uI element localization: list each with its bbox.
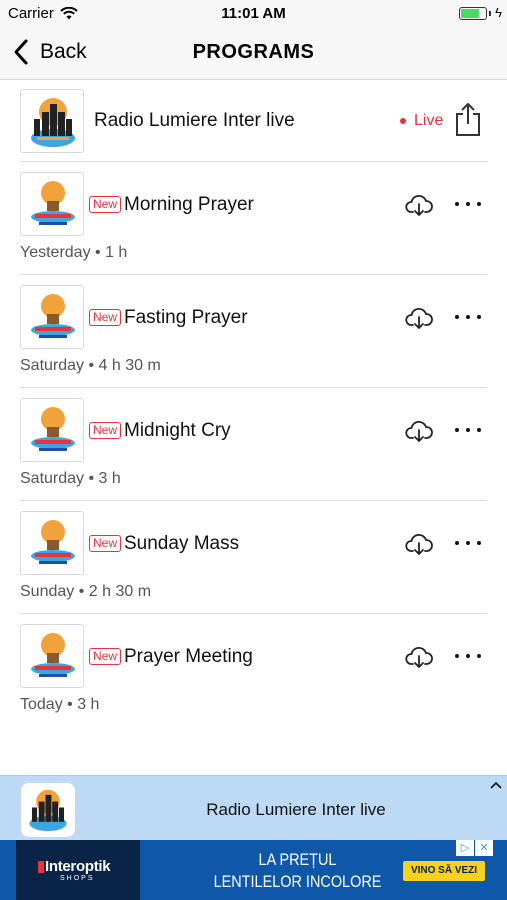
podcast-logo-icon <box>21 173 83 235</box>
navigation-bar: Back PROGRAMS <box>0 28 507 80</box>
episode-artwork <box>20 624 84 688</box>
charging-bolt-icon: ϟ <box>495 5 502 20</box>
episode-title: Midnight Cry <box>124 420 231 441</box>
episode-meta: Sunday • 2 h 30 m <box>20 583 152 600</box>
new-badge: New <box>89 422 122 439</box>
episode-artwork <box>20 172 84 236</box>
battery-icon <box>459 7 487 20</box>
episode-meta: Yesterday • 1 h <box>20 244 128 261</box>
mini-player[interactable]: Radio Lumiere Inter live <box>0 775 507 840</box>
battery-nub <box>489 11 491 16</box>
episode-row[interactable]: New Prayer Meeting Today • 3 h <box>0 614 507 727</box>
episode-row[interactable]: New Midnight Cry Saturday • 3 h <box>0 388 507 501</box>
live-stream-row[interactable]: Radio Lumiere Inter live Live <box>0 80 507 162</box>
episode-title: Sunday Mass <box>124 533 240 554</box>
back-chevron-icon <box>14 39 28 65</box>
episode-title: Morning Prayer <box>124 194 254 215</box>
episode-meta: Saturday • 3 h <box>20 470 121 487</box>
live-station-artwork <box>20 89 84 153</box>
mini-player-artwork <box>21 783 75 837</box>
station-logo-icon <box>21 783 75 837</box>
back-label: Back <box>40 40 87 63</box>
ad-banner[interactable]: ▮Interoptik SHOPS LA PREȚUL LENTILELOR I… <box>0 840 507 900</box>
ad-brand-panel: ▮Interoptik SHOPS <box>16 840 140 900</box>
brand-mark-icon: ▮ <box>37 858 45 875</box>
ad-close-icon[interactable]: ✕ <box>475 840 493 856</box>
episode-title: Fasting Prayer <box>124 307 248 328</box>
ad-headline-2: LENTILELOR INCOLORE <box>213 872 382 891</box>
podcast-logo-icon <box>21 399 83 461</box>
download-icon[interactable] <box>405 645 433 669</box>
episode-artwork <box>20 285 84 349</box>
new-badge: New <box>89 535 122 552</box>
new-badge: New <box>89 196 122 213</box>
download-icon[interactable] <box>405 419 433 443</box>
episode-artwork <box>20 398 84 462</box>
episode-row[interactable]: New Sunday Mass Sunday • 2 h 30 m <box>0 501 507 614</box>
new-badge: New <box>89 309 122 326</box>
download-icon[interactable] <box>405 306 433 330</box>
mini-player-title: Radio Lumiere Inter live <box>206 800 386 819</box>
episode-title: Prayer Meeting <box>124 646 253 667</box>
more-icon[interactable] <box>455 536 481 550</box>
ad-brand-name: Interoptik <box>44 858 111 875</box>
new-badge: New <box>89 648 122 665</box>
live-badge: Live <box>400 112 443 130</box>
more-icon[interactable] <box>455 423 481 437</box>
podcast-logo-icon <box>21 625 83 687</box>
ad-brand: ▮Interoptik <box>37 857 111 875</box>
ad-cta-button[interactable]: VINO SĂ VEZI <box>403 861 485 881</box>
live-badge-label: Live <box>414 112 444 129</box>
episode-artwork <box>20 511 84 575</box>
ad-brand-sub: SHOPS <box>60 875 95 882</box>
live-title: Radio Lumiere Inter live <box>94 110 295 131</box>
status-bar: Carrier 11:01 AM ϟ <box>0 0 507 28</box>
download-icon[interactable] <box>405 532 433 556</box>
episode-row[interactable]: New Morning Prayer Yesterday • 1 h <box>0 162 507 275</box>
more-icon[interactable] <box>455 197 481 211</box>
back-button[interactable]: Back <box>12 38 87 66</box>
station-logo-icon <box>21 90 83 152</box>
episode-row[interactable]: New Fasting Prayer Saturday • 4 h 30 m <box>0 275 507 388</box>
ad-info-icon[interactable]: ▷ <box>456 840 474 856</box>
episode-meta: Saturday • 4 h 30 m <box>20 357 161 374</box>
ad-headline-1: LA PREȚUL <box>258 850 337 869</box>
episode-meta: Today • 3 h <box>20 696 100 713</box>
podcast-logo-icon <box>21 286 83 348</box>
ad-controls: ▷ ✕ <box>455 840 493 856</box>
chevron-up-icon[interactable] <box>489 780 503 790</box>
podcast-logo-icon <box>21 512 83 574</box>
more-icon[interactable] <box>455 310 481 324</box>
share-icon[interactable] <box>454 102 482 138</box>
download-icon[interactable] <box>405 193 433 217</box>
clock: 11:01 AM <box>221 5 286 22</box>
live-dot-icon <box>400 118 406 124</box>
more-icon[interactable] <box>455 649 481 663</box>
